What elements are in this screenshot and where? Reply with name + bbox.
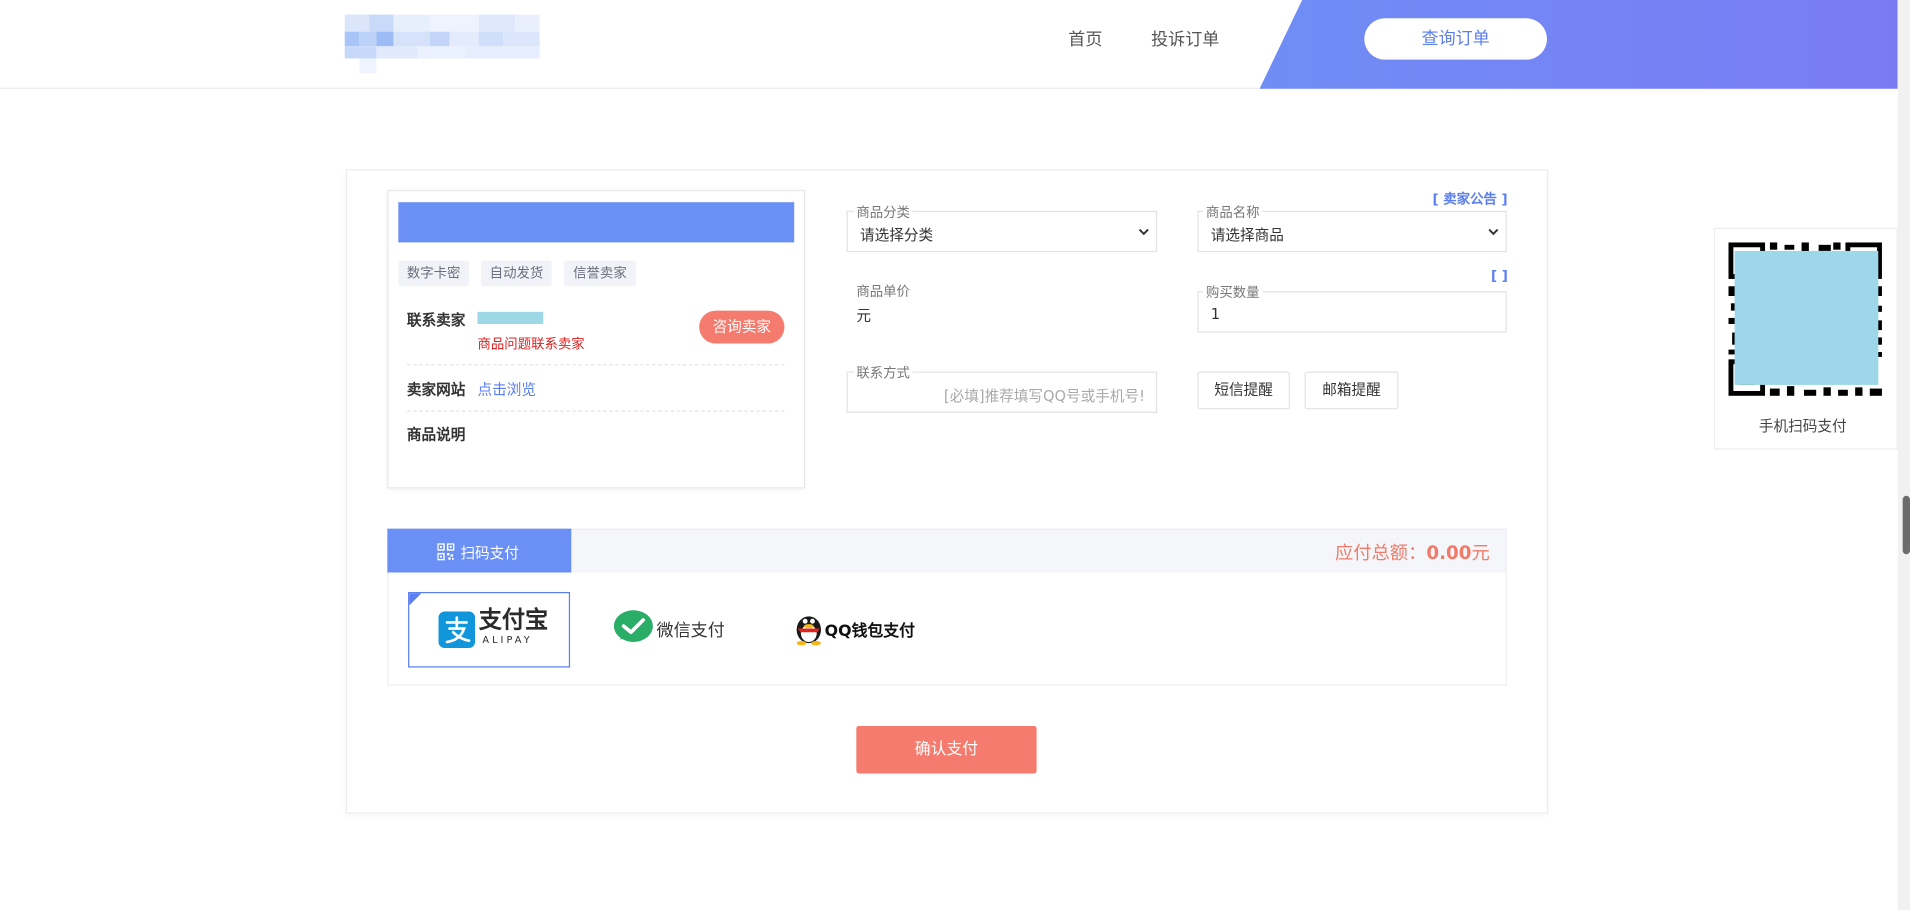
pay-option-alipay[interactable]: 支付宝 ALIPAY: [408, 591, 571, 668]
contact-seller-note: 商品问题联系卖家: [477, 336, 585, 353]
quantity-label: 购买数量: [1203, 282, 1262, 303]
category-select-value: 请选择分类: [859, 226, 934, 244]
scan-pay-tab[interactable]: 扫码支付: [387, 528, 572, 574]
email-reminder-button[interactable]: 邮箱提醒: [1304, 371, 1399, 410]
product-select-value: 请选择商品: [1210, 226, 1284, 244]
pay-option-qq[interactable]: QQ钱包支付: [793, 592, 927, 668]
scrollbar-thumb[interactable]: [1902, 495, 1910, 555]
divider: [406, 410, 785, 412]
product-description-label: 商品说明: [406, 426, 466, 444]
alipay-icon: [438, 611, 476, 649]
chevron-down-icon: [1138, 228, 1149, 236]
wechat-pay-icon: [613, 610, 653, 642]
total-value: 0.00: [1426, 542, 1472, 564]
total-unit: 元: [1471, 542, 1490, 564]
qr-code-icon: [437, 543, 455, 561]
qr-caption: 手机扫码支付: [1758, 417, 1847, 435]
seller-website-label: 卖家网站: [406, 381, 466, 399]
tag-trusted-seller: 信誉卖家: [563, 260, 636, 287]
query-order-button[interactable]: 查询订单: [1364, 18, 1547, 60]
top-header: 首页 投诉订单 查询订单: [0, 0, 1910, 89]
qr-code: [1728, 242, 1882, 396]
alipay-name: 支付宝: [478, 606, 549, 634]
page-scrollbar[interactable]: [1897, 0, 1910, 910]
chevron-down-icon: [1488, 228, 1499, 236]
pay-option-wechat[interactable]: 微信支付: [613, 592, 735, 668]
total-label: 应付总额：: [1334, 542, 1427, 564]
tag-auto-delivery: 自动发货: [481, 260, 552, 287]
tag-digital-card: 数字卡密: [398, 260, 469, 287]
nav-home[interactable]: 首页: [1068, 27, 1102, 51]
sms-reminder-button[interactable]: 短信提醒: [1197, 371, 1290, 410]
seller-notice-link[interactable]: [ 卖家公告 ]: [1432, 189, 1507, 208]
contact-seller-label: 联系卖家: [406, 311, 466, 329]
wechat-pay-name: 微信支付: [656, 621, 725, 641]
contact-label: 联系方式: [853, 362, 913, 383]
header-accent-band: [1259, 0, 1898, 89]
confirm-pay-button[interactable]: 确认支付: [856, 725, 1037, 774]
consult-seller-button[interactable]: 咨询卖家: [699, 310, 785, 344]
qq-pay-name: QQ钱包支付: [824, 622, 915, 641]
seller-contact-value: [477, 311, 544, 325]
alipay-sub: ALIPAY: [482, 634, 533, 646]
quantity-value: 1: [1210, 305, 1221, 323]
qq-penguin-icon: [796, 616, 821, 646]
unit-price-value: 元: [856, 306, 871, 325]
stock-badge: [ ]: [1490, 267, 1508, 284]
product-label: 商品名称: [1203, 202, 1262, 222]
nav-complaint-orders[interactable]: 投诉订单: [1151, 27, 1219, 51]
site-logo[interactable]: [344, 14, 540, 76]
total-amount: 应付总额：0.00元: [1335, 540, 1490, 566]
contact-input-placeholder: [必填]推荐填写QQ号或手机号!: [943, 387, 1146, 405]
unit-price-label: 商品单价: [853, 281, 913, 301]
seller-name-bar: [398, 202, 795, 243]
scan-pay-tab-label: 扫码支付: [460, 544, 519, 562]
seller-website-link[interactable]: 点击浏览: [477, 379, 535, 400]
category-label: 商品分类: [853, 202, 913, 222]
selected-corner-marker: [409, 593, 422, 606]
divider: [406, 364, 785, 366]
